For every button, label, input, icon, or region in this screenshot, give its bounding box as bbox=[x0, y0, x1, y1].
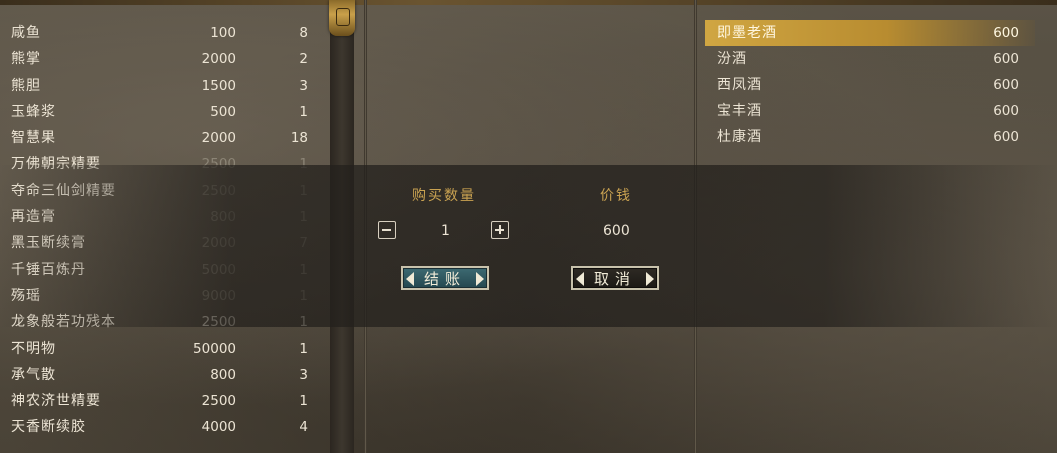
price-value: 600 bbox=[603, 223, 630, 239]
item-name: 玉蜂浆 bbox=[11, 103, 56, 120]
item-name: 不明物 bbox=[11, 340, 56, 357]
shop-item-price: 600 bbox=[993, 51, 1019, 67]
shop-item[interactable]: 西凤酒 600 bbox=[705, 72, 1035, 98]
arrow-left-icon bbox=[406, 272, 414, 286]
shop-item-name: 杜康酒 bbox=[717, 129, 762, 145]
item-price: 50000 bbox=[193, 340, 236, 357]
item-name: 神农济世精要 bbox=[11, 393, 101, 410]
shop-item-name: 汾酒 bbox=[717, 51, 747, 67]
item-price: 2500 bbox=[201, 393, 236, 410]
arrow-left-icon bbox=[576, 272, 584, 286]
inventory-item[interactable]: 不明物 50000 1 bbox=[0, 336, 330, 362]
shop-item[interactable]: 汾酒 600 bbox=[705, 46, 1035, 72]
quantity-value: 1 bbox=[441, 223, 450, 239]
item-price: 800 bbox=[210, 366, 236, 383]
item-price: 2000 bbox=[201, 130, 236, 147]
purchase-dialog: 购买数量 价钱 1 600 结账 取消 bbox=[0, 165, 1057, 327]
shop-item[interactable]: 即墨老酒 600 bbox=[705, 20, 1035, 46]
item-price: 1500 bbox=[201, 77, 236, 94]
item-name: 咸鱼 bbox=[11, 25, 41, 41]
item-price: 500 bbox=[210, 103, 236, 120]
checkout-button[interactable]: 结账 bbox=[401, 266, 489, 290]
item-name: 承气散 bbox=[11, 366, 56, 383]
shop-item-name: 即墨老酒 bbox=[717, 25, 777, 41]
shop-item-price: 600 bbox=[993, 77, 1019, 93]
item-price: 100 bbox=[210, 25, 236, 41]
shop-item-price: 600 bbox=[993, 129, 1019, 145]
item-quantity: 3 bbox=[299, 366, 308, 383]
shop-list: 即墨老酒 600 汾酒 600 西凤酒 600 宝丰酒 600 杜康酒 600 bbox=[705, 20, 1035, 150]
shop-item-price: 600 bbox=[993, 103, 1019, 119]
rail-ornament-icon bbox=[329, 0, 355, 36]
item-name: 熊掌 bbox=[11, 51, 41, 68]
inventory-item[interactable]: 智慧果 2000 18 bbox=[0, 125, 330, 151]
shop-item-name: 西凤酒 bbox=[717, 77, 762, 93]
shop-item[interactable]: 宝丰酒 600 bbox=[705, 98, 1035, 124]
item-name: 熊胆 bbox=[11, 77, 41, 94]
cancel-button-label: 取消 bbox=[593, 270, 636, 288]
top-border bbox=[0, 0, 1057, 5]
price-label: 价钱 bbox=[600, 188, 632, 204]
item-quantity: 1 bbox=[299, 340, 308, 357]
inventory-item[interactable]: 玉蜂浆 500 1 bbox=[0, 99, 330, 125]
item-quantity: 2 bbox=[299, 51, 308, 68]
inventory-item[interactable]: 熊掌 2000 2 bbox=[0, 46, 330, 72]
shop-item-name: 宝丰酒 bbox=[717, 103, 762, 119]
item-quantity: 18 bbox=[290, 130, 308, 147]
item-price: 2000 bbox=[201, 51, 236, 68]
inventory-item[interactable]: 熊胆 1500 3 bbox=[0, 73, 330, 99]
inventory-item[interactable]: 承气散 800 3 bbox=[0, 362, 330, 388]
inventory-item[interactable]: 天香断续胶 4000 4 bbox=[0, 414, 330, 440]
decrease-quantity-button[interactable] bbox=[378, 221, 396, 239]
increase-quantity-button[interactable] bbox=[491, 221, 509, 239]
shop-item[interactable]: 杜康酒 600 bbox=[705, 124, 1035, 150]
item-name: 智慧果 bbox=[11, 130, 56, 147]
item-quantity: 4 bbox=[299, 419, 308, 436]
minus-icon bbox=[382, 229, 391, 231]
quantity-label: 购买数量 bbox=[412, 188, 476, 204]
item-quantity: 1 bbox=[299, 393, 308, 410]
shop-item-price: 600 bbox=[993, 25, 1019, 41]
item-name: 天香断续胶 bbox=[11, 419, 86, 436]
cancel-button[interactable]: 取消 bbox=[571, 266, 659, 290]
item-quantity: 8 bbox=[299, 25, 308, 41]
item-quantity: 1 bbox=[299, 103, 308, 120]
arrow-right-icon bbox=[476, 272, 484, 286]
checkout-button-label: 结账 bbox=[423, 270, 466, 288]
item-quantity: 3 bbox=[299, 77, 308, 94]
inventory-item[interactable]: 咸鱼 100 8 bbox=[0, 20, 330, 46]
arrow-right-icon bbox=[646, 272, 654, 286]
inventory-item[interactable]: 神农济世精要 2500 1 bbox=[0, 388, 330, 414]
item-price: 4000 bbox=[201, 419, 236, 436]
